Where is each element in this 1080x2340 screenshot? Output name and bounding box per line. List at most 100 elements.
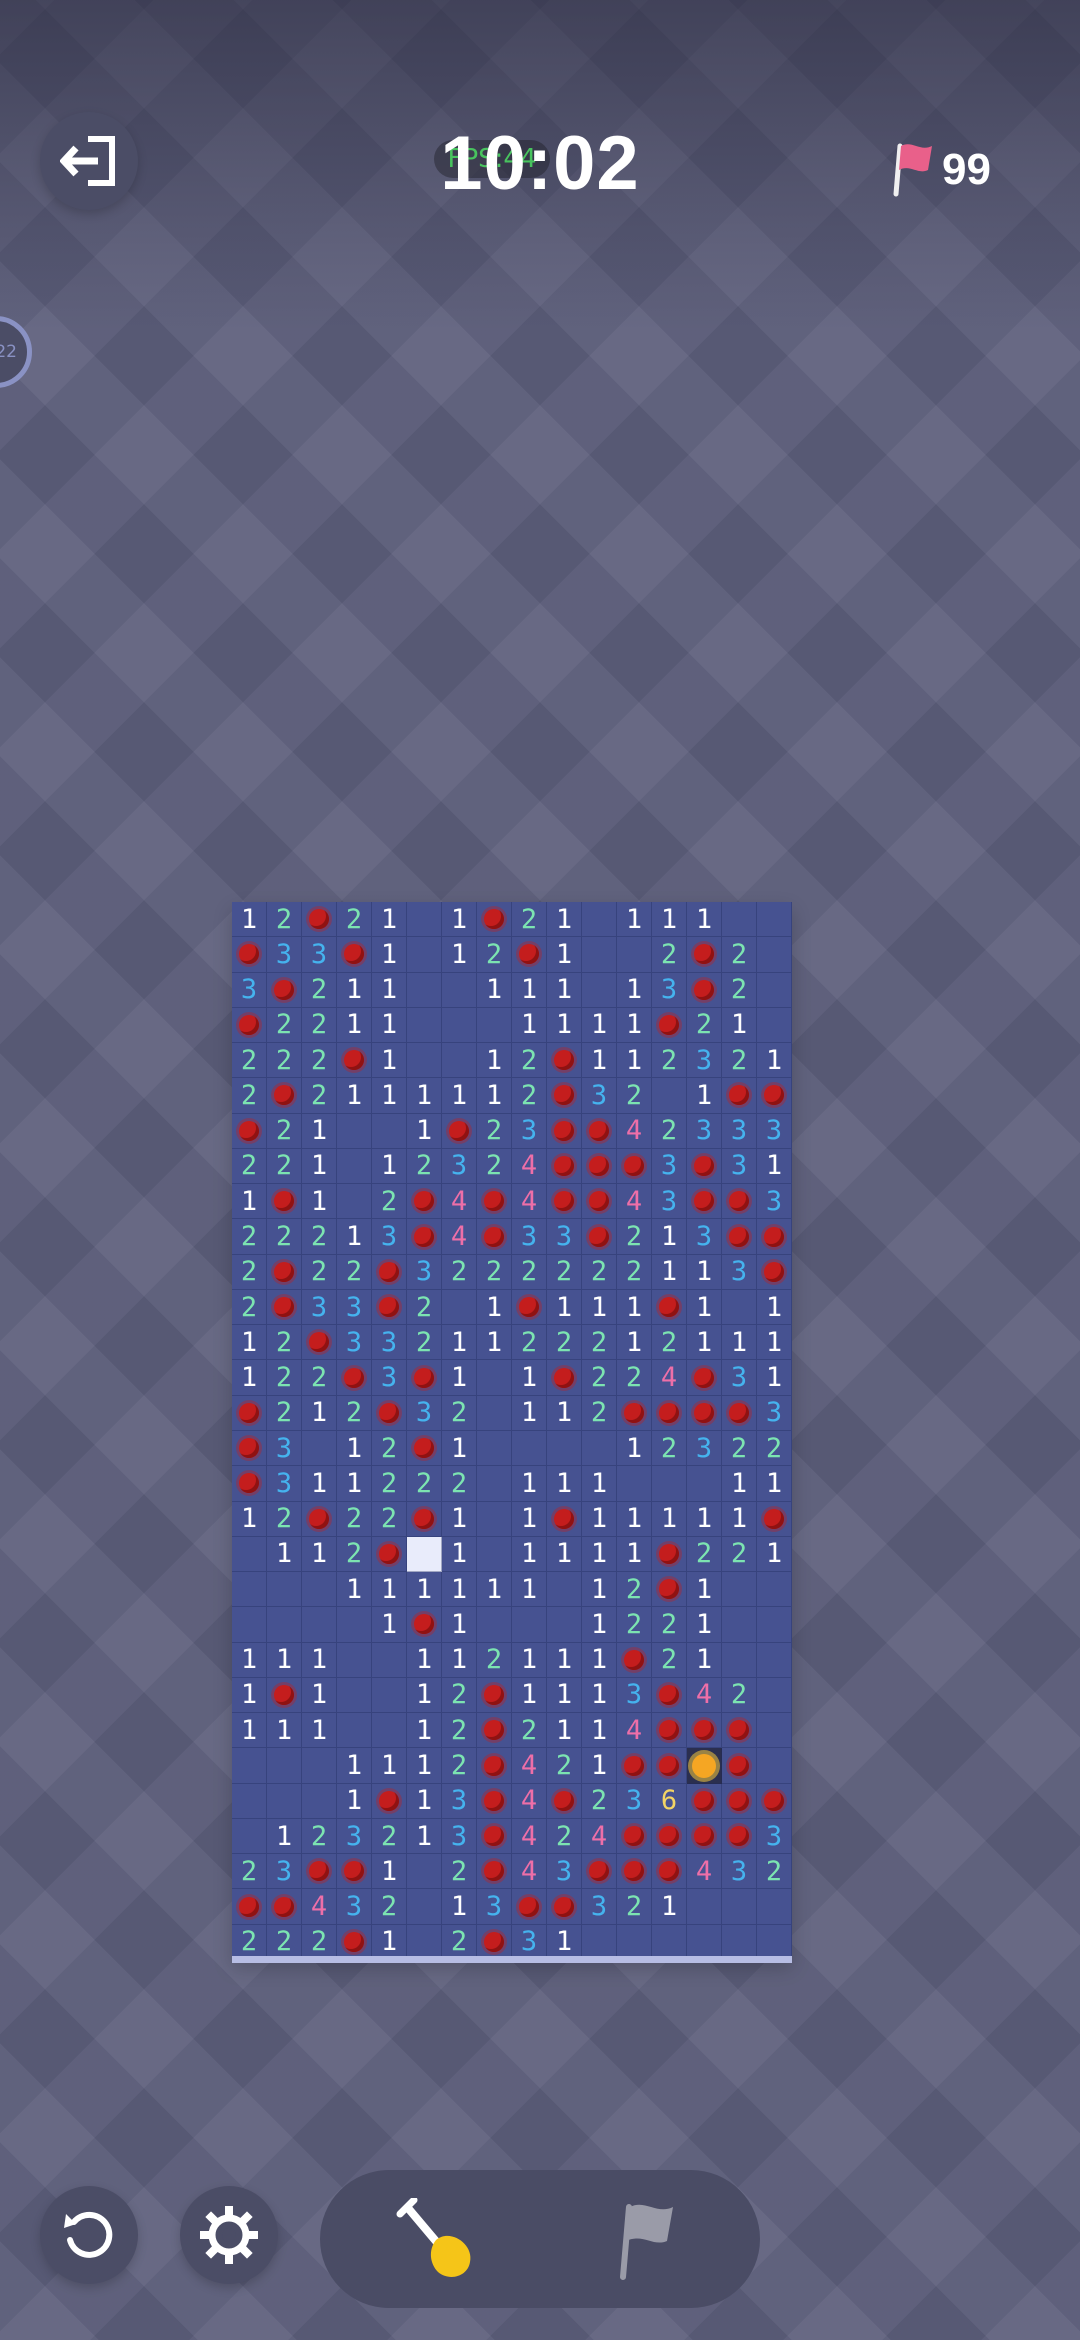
cell-number[interactable]: 1 [547, 937, 582, 973]
cell-empty[interactable] [407, 1043, 442, 1079]
cell-number[interactable]: 2 [302, 1043, 337, 1079]
cell-mine[interactable] [757, 1501, 792, 1537]
cell-empty[interactable] [757, 937, 792, 973]
cell-empty[interactable] [372, 1677, 407, 1714]
cell-mine[interactable] [757, 1254, 792, 1290]
cell-mine[interactable] [302, 1854, 337, 1890]
cell-number[interactable]: 3 [687, 1043, 722, 1079]
cell-number[interactable]: 1 [442, 1360, 477, 1396]
cell-number[interactable]: 1 [442, 1642, 477, 1678]
cell-number[interactable]: 2 [407, 1148, 442, 1185]
cell-empty[interactable] [582, 972, 617, 1008]
cell-number[interactable]: 1 [302, 1466, 337, 1502]
cell-mine[interactable] [372, 1783, 407, 1819]
cell-number[interactable]: 1 [407, 1748, 442, 1784]
cell-number[interactable]: 1 [302, 1184, 337, 1220]
cell-number[interactable]: 2 [617, 1078, 652, 1114]
cell-empty[interactable] [652, 1924, 687, 1960]
cell-mine[interactable] [477, 1713, 512, 1749]
cell-empty[interactable] [442, 1043, 477, 1079]
cell-number[interactable]: 1 [617, 1043, 652, 1079]
cell-number[interactable]: 2 [372, 1818, 407, 1855]
cell-number[interactable]: 2 [267, 1924, 302, 1960]
cell-number[interactable]: 1 [582, 1572, 617, 1608]
cell-number[interactable]: 4 [442, 1219, 477, 1255]
cell-number[interactable]: 1 [757, 1148, 792, 1185]
cell-number[interactable]: 2 [582, 1395, 617, 1431]
cell-number[interactable]: 3 [722, 1854, 757, 1890]
cell-number[interactable]: 4 [512, 1184, 547, 1220]
cell-empty[interactable] [617, 1924, 652, 1960]
cell-number[interactable]: 2 [547, 1818, 582, 1855]
cell-number[interactable]: 1 [232, 1360, 267, 1396]
cell-mine[interactable] [687, 1713, 722, 1749]
cell-mine[interactable] [547, 1184, 582, 1220]
cell-number[interactable]: 1 [547, 972, 582, 1008]
cell-number[interactable]: 3 [722, 1254, 757, 1290]
cell-number[interactable]: 3 [757, 1395, 792, 1431]
cell-mine[interactable] [652, 1289, 687, 1326]
cell-number[interactable]: 2 [442, 1748, 477, 1784]
cell-mine[interactable] [407, 1501, 442, 1537]
cell-number[interactable]: 3 [582, 1078, 617, 1114]
cell-number[interactable]: 3 [687, 1113, 722, 1149]
cell-number[interactable]: 1 [267, 1818, 302, 1855]
cell-number[interactable]: 4 [617, 1713, 652, 1749]
cell-mine[interactable] [652, 1818, 687, 1855]
cell-mine[interactable] [232, 1395, 267, 1431]
cell-empty[interactable] [337, 1607, 372, 1643]
cell-number[interactable]: 1 [267, 1642, 302, 1678]
cell-number[interactable]: 1 [687, 1289, 722, 1326]
cell-number[interactable]: 3 [302, 937, 337, 973]
cell-number[interactable]: 1 [477, 972, 512, 1008]
cell-number[interactable]: 1 [652, 1254, 687, 1290]
cell-number[interactable]: 3 [442, 1783, 477, 1819]
minefield-board[interactable]: 1221121111331121223211111132221111112122… [232, 902, 792, 1960]
cell-empty[interactable] [757, 1642, 792, 1678]
cell-mine[interactable] [407, 1360, 442, 1396]
cell-number[interactable]: 1 [232, 1325, 267, 1361]
cell-empty[interactable] [547, 1607, 582, 1643]
cell-mine[interactable] [722, 1748, 757, 1784]
cell-number[interactable]: 1 [302, 1148, 337, 1185]
cell-number[interactable]: 1 [757, 1360, 792, 1396]
cell-number[interactable]: 2 [687, 1007, 722, 1044]
cell-number[interactable]: 1 [442, 1607, 477, 1643]
cell-mine[interactable] [442, 1113, 477, 1149]
cell-number[interactable]: 3 [337, 1289, 372, 1326]
cell-mine[interactable] [267, 972, 302, 1008]
cell-mine[interactable] [547, 1078, 582, 1114]
cell-number[interactable]: 1 [547, 1395, 582, 1431]
cell-number[interactable]: 1 [477, 1043, 512, 1079]
cell-number[interactable]: 2 [477, 1254, 512, 1290]
cell-mine[interactable] [547, 1043, 582, 1079]
cell-number[interactable]: 1 [582, 1466, 617, 1502]
cell-empty[interactable] [477, 1607, 512, 1643]
cell-number[interactable]: 1 [407, 1783, 442, 1819]
cell-number[interactable]: 3 [652, 1184, 687, 1220]
cell-mine[interactable] [547, 1113, 582, 1149]
cell-number[interactable]: 1 [582, 1536, 617, 1573]
cell-number[interactable]: 1 [582, 1713, 617, 1749]
cell-mine[interactable] [267, 1677, 302, 1714]
cell-empty[interactable] [337, 1642, 372, 1678]
cell-number[interactable]: 1 [267, 1713, 302, 1749]
cell-number[interactable]: 1 [477, 1289, 512, 1326]
cell-number[interactable]: 3 [757, 1113, 792, 1149]
cell-number[interactable]: 2 [512, 1713, 547, 1749]
cell-empty[interactable] [442, 1007, 477, 1044]
cell-number[interactable]: 1 [337, 1572, 372, 1608]
cell-empty[interactable] [477, 1395, 512, 1431]
cell-mine[interactable] [757, 1783, 792, 1819]
cell-number[interactable]: 1 [757, 1289, 792, 1326]
cell-number[interactable]: 2 [267, 1148, 302, 1185]
cell-number[interactable]: 1 [442, 937, 477, 973]
cell-number[interactable]: 2 [582, 1360, 617, 1396]
cell-number[interactable]: 3 [267, 1431, 302, 1467]
cell-mine[interactable] [477, 1783, 512, 1819]
cell-empty[interactable] [302, 1431, 337, 1467]
cell-empty[interactable] [652, 1078, 687, 1114]
cell-number[interactable]: 3 [512, 1924, 547, 1960]
cell-number[interactable]: 1 [652, 1889, 687, 1925]
cell-mine[interactable] [617, 1748, 652, 1784]
